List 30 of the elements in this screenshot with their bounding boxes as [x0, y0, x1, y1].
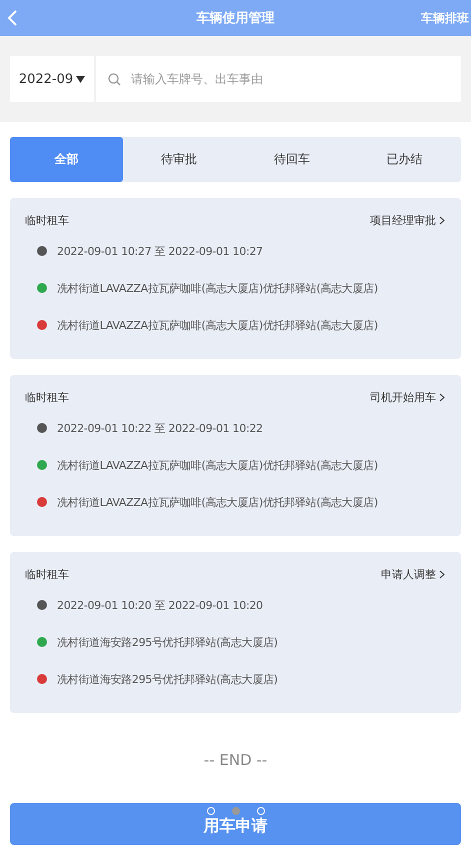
trip-detail: 冼村街道LAVAZZA拉瓦萨咖啡(高志大厦店)优托邦驿站(高志大厦店): [57, 494, 378, 510]
trip-card[interactable]: 临时租车 申请人调整 2022-09-01 10:20 至 2022-09-01 10:20 冼村街道海安路295号优托邦驿站(高志大厦店) 冼村街道海安路295号优托邦驿站(高志大厦店): [10, 552, 461, 713]
trip-detail: 冼村街道海安路295号优托邦驿站(高志大厦店): [57, 672, 278, 686]
end-text: -- END --: [204, 751, 268, 769]
search-field[interactable]: 请输入车牌号、出车事由: [96, 56, 461, 102]
trip-detail: 2022-09-01 10:20 至 2022-09-01 10:20: [57, 598, 263, 612]
trip-detail: 2022-09-01 10:22 至 2022-09-01 10:22: [57, 420, 263, 436]
trip-detail: 冼村街道海安路295号优托邦驿站(高志大厦店): [57, 634, 278, 650]
status-link[interactable]: 申请人调整: [381, 567, 445, 582]
chevron-icon: [439, 570, 445, 579]
status-tab[interactable]: 待回车: [236, 137, 348, 182]
trip-type: 临时租车: [25, 567, 69, 582]
chevron-icon: [439, 216, 445, 225]
status-link[interactable]: 项目经理审批: [370, 213, 445, 228]
trip-card[interactable]: 临时租车 司机开始用车 2022-09-01 10:22 至 2022-09-01 10:22 冼村街道LAVAZZA拉瓦萨咖啡(高志大厦店)优托邦驿站(高志大厦店) 冼村街道LAVAZZA拉瓦萨咖啡(高志大厦店)优托邦驿站(高志大厦店): [10, 375, 461, 536]
trip-detail: 冼村街道LAVAZZA拉瓦萨咖啡(高志大厦店)优托邦驿站(高志大厦店): [57, 318, 378, 332]
status-tab[interactable]: 已办结: [348, 137, 461, 182]
trip-type: 临时租车: [25, 213, 69, 228]
dropdown-icon: [76, 76, 86, 82]
month-select[interactable]: 2022-09: [10, 56, 94, 102]
status-link[interactable]: 司机开始用车: [370, 390, 445, 405]
chevron-icon: [439, 393, 445, 402]
trip-detail: 冼村街道LAVAZZA拉瓦萨咖啡(高志大厦店)优托邦驿站(高志大厦店): [57, 458, 378, 472]
trip-type: 临时租车: [25, 390, 69, 405]
trip-card[interactable]: 临时租车 项目经理审批 2022-09-01 10:27 至 2022-09-01 10:27 冼村街道LAVAZZA拉瓦萨咖啡(高志大厦店)优托邦驿站(高志大厦店) 冼村街道LAVAZZA拉瓦萨咖啡(高志大厦店)优托邦驿站(高志大厦店): [10, 198, 461, 359]
page-title: 车辆使用管理: [196, 11, 274, 26]
trip-detail: 2022-09-01 10:27 至 2022-09-01 10:27: [57, 244, 263, 258]
status-tab[interactable]: 待审批: [122, 137, 236, 182]
trip-detail: 冼村街道LAVAZZA拉瓦萨咖啡(高志大厦店)优托邦驿站(高志大厦店): [57, 280, 378, 296]
search-icon: [108, 72, 121, 86]
